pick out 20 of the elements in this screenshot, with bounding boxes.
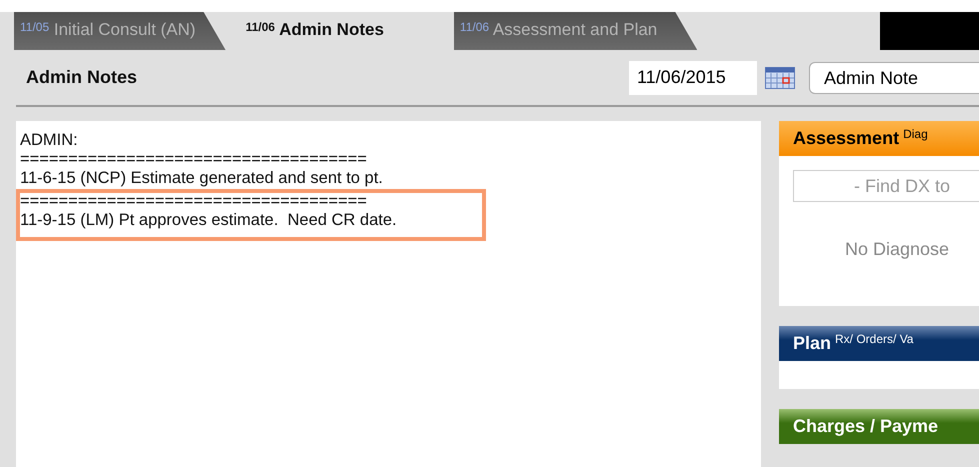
date-field[interactable]: 11/06/2015 — [629, 60, 757, 94]
panel-subtitle: Rx/ Orders/ Va — [835, 332, 914, 346]
note-line: 11-6-15 (NCP) Estimate generated and sent to pt. — [20, 168, 384, 189]
note-line: ==================================== — [20, 193, 368, 209]
calendar-icon[interactable] — [765, 66, 795, 88]
panel-subtitle: Diag — [903, 127, 928, 141]
search-field[interactable]: - Find DX to — [793, 170, 979, 202]
empty-message: No Diagnose — [845, 239, 950, 260]
note-line: ==================================== — [20, 151, 368, 167]
note-line: ADMIN: — [20, 130, 79, 151]
notes-area[interactable]: ADMIN: ==================================== 11-6-15 (NCP) Estimate generated and sent to pt. ==================================== 11-9-15 (LM) Pt approves estimate. Need CR date. — [16, 121, 761, 467]
panel-title: Charges / Payme — [793, 416, 938, 437]
note-type-select[interactable]: Admin Note — [809, 62, 979, 94]
section-title: Admin Notes — [25, 67, 138, 88]
panel-header[interactable]: Charges / Payme — [779, 409, 979, 444]
panel-title: Assessment — [793, 128, 900, 149]
panel-title: Plan — [793, 333, 832, 354]
note-line: 11-9-15 (LM) Pt approves estimate. Need CR date. — [20, 210, 398, 231]
panel-header[interactable]: Plan Rx/ Orders/ Va — [779, 326, 979, 361]
panel-header[interactable]: Assessment Diag — [779, 121, 979, 156]
